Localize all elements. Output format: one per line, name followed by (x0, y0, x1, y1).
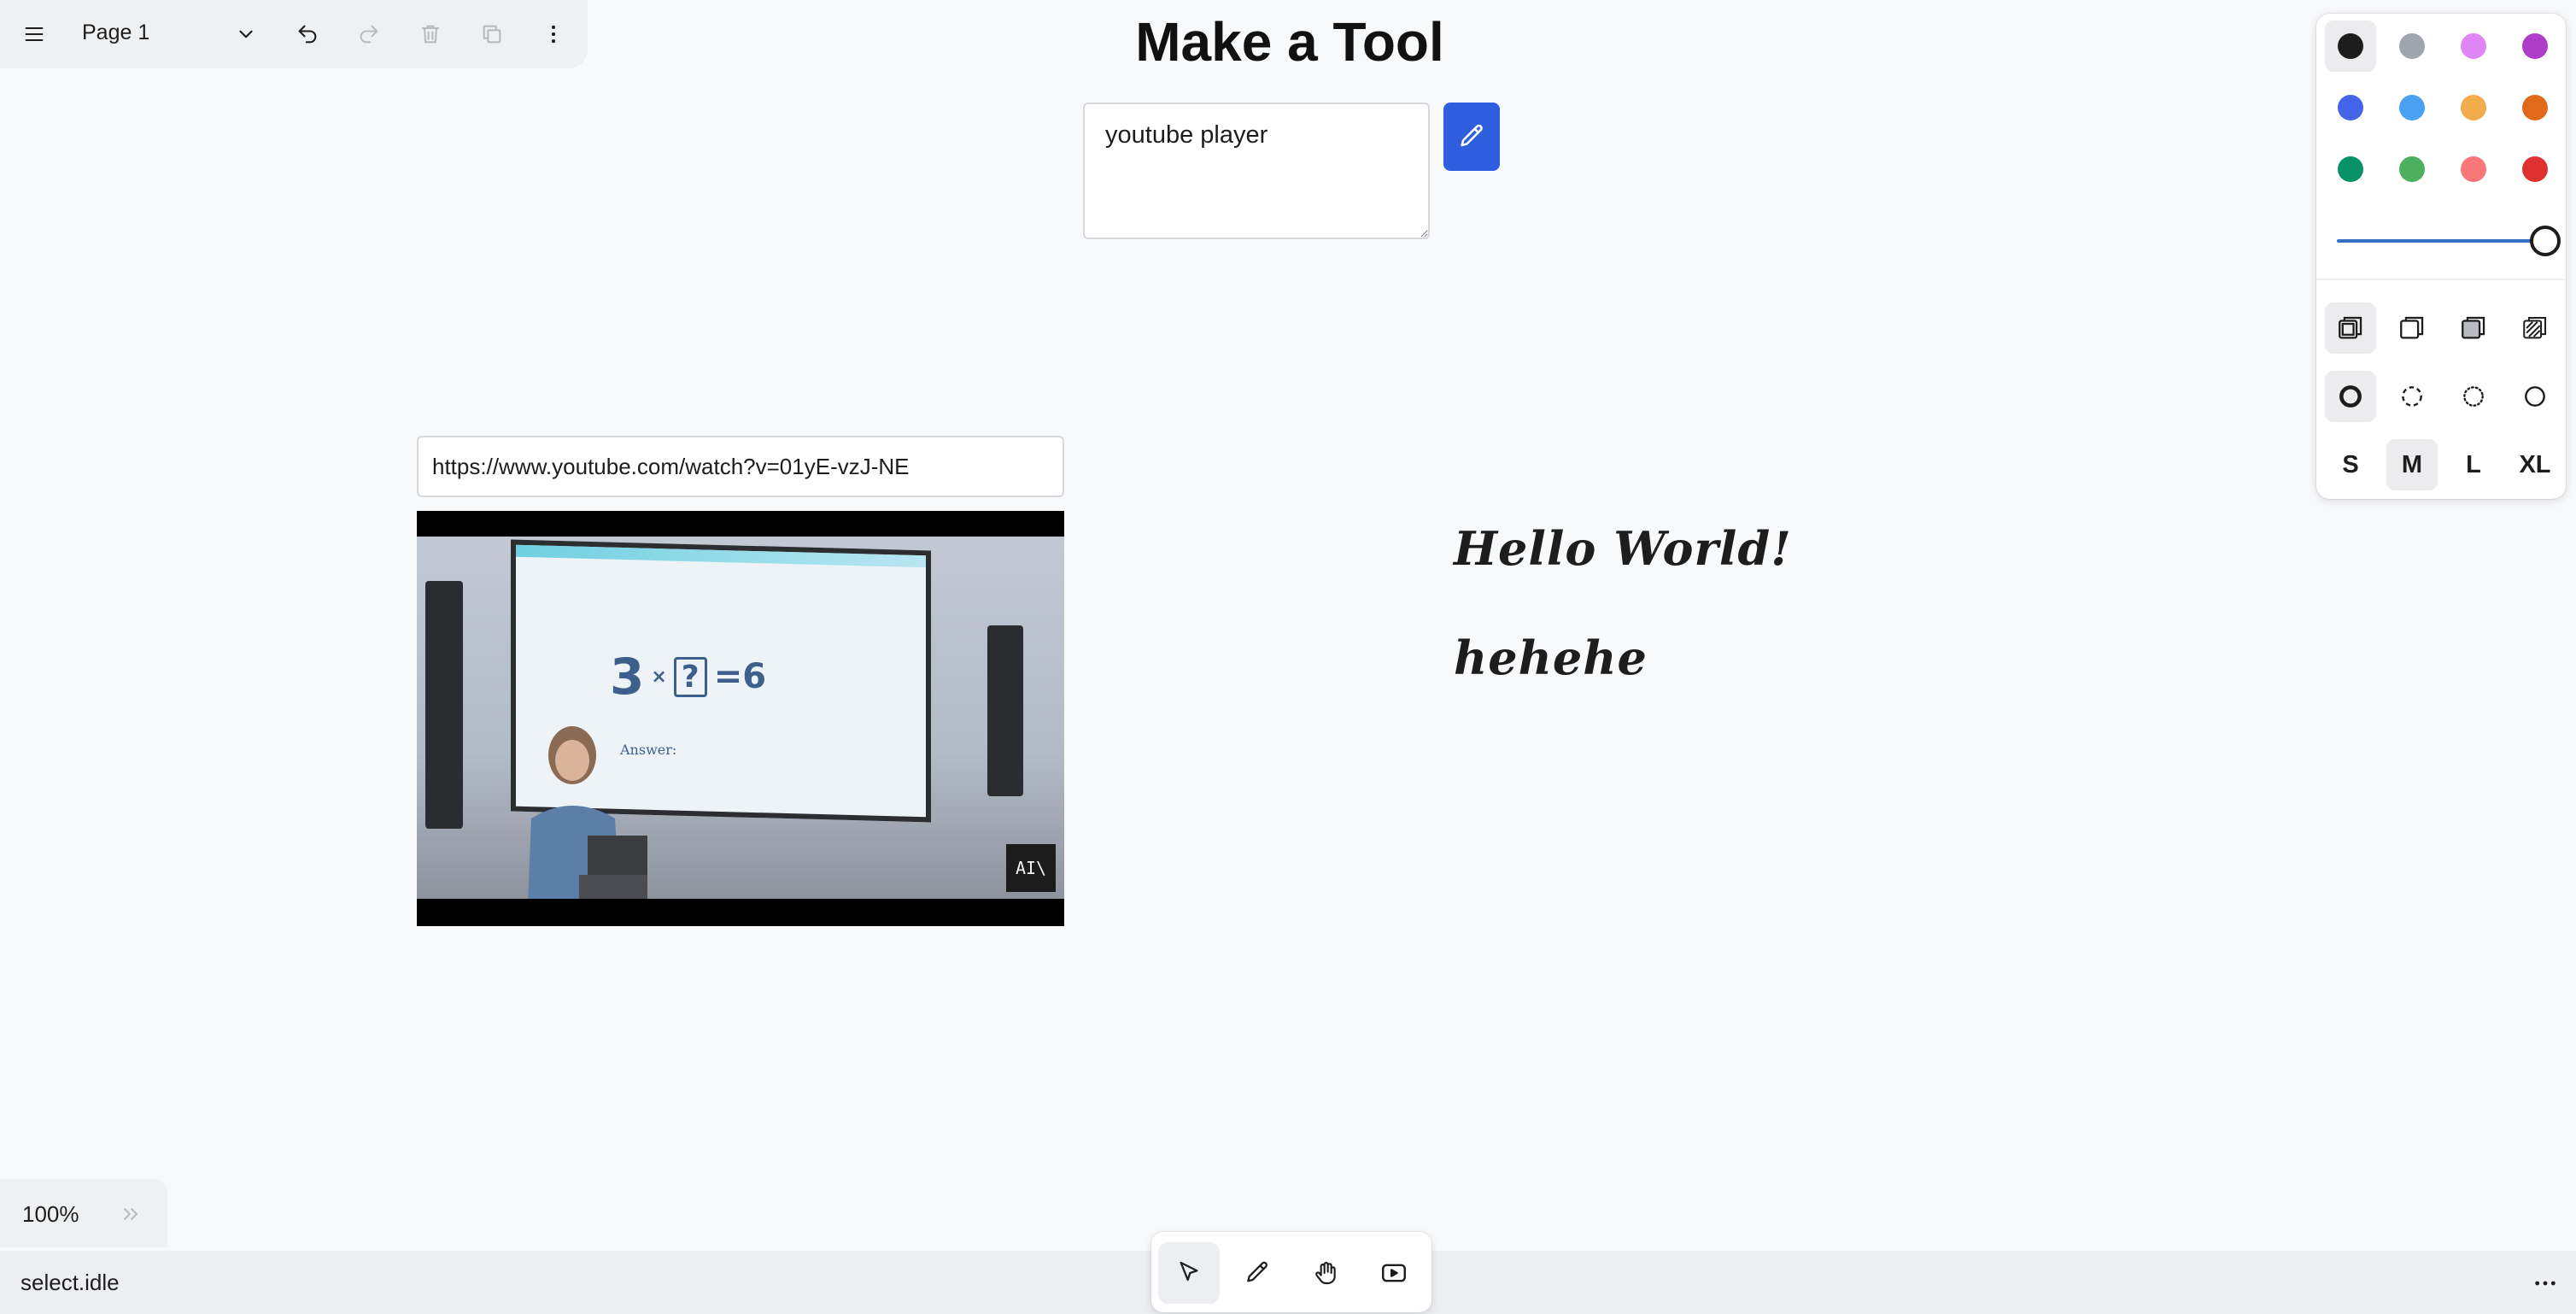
panel-divider (2316, 279, 2566, 280)
right-speaker (987, 625, 1023, 796)
size-l-button[interactable]: L (2448, 439, 2499, 490)
color-blue[interactable] (2325, 82, 2376, 133)
color-yellow[interactable] (2448, 82, 2499, 133)
text-shape-hello-world[interactable]: Hello World! (1454, 521, 1792, 576)
dash-draw-icon[interactable] (2325, 371, 2376, 422)
color-light-red[interactable] (2448, 144, 2499, 195)
color-green[interactable] (2325, 144, 2376, 195)
screen-equation: 3 × ? =6 (610, 648, 767, 706)
color-red[interactable] (2509, 144, 2561, 195)
hand-tool-icon[interactable] (1295, 1242, 1356, 1304)
undo-icon[interactable] (284, 10, 331, 58)
main-menu-panel: Page 1 (0, 0, 588, 68)
more-vertical-icon[interactable] (530, 10, 577, 58)
opacity-slider-track[interactable] (2337, 239, 2542, 243)
draw-tool-icon[interactable] (1227, 1242, 1288, 1304)
video-tool-icon[interactable] (1363, 1242, 1425, 1304)
color-orange[interactable] (2509, 82, 2561, 133)
zoom-panel: 100% (0, 1179, 167, 1247)
size-m-button[interactable]: M (2386, 439, 2438, 490)
duplicate-icon[interactable] (468, 10, 516, 58)
zoom-level[interactable]: 100% (22, 1201, 79, 1228)
tool-toolbar (1151, 1232, 1431, 1312)
opacity-slider-thumb[interactable] (2530, 226, 2561, 256)
more-horizontal-icon[interactable] (2528, 1266, 2562, 1300)
youtube-url-input[interactable] (417, 436, 1064, 497)
youtube-video-player[interactable]: 3 × ? =6 Answer: (417, 511, 1064, 926)
presenter-figure (528, 726, 647, 899)
color-light-blue[interactable] (2386, 82, 2438, 133)
tool-prompt-input[interactable] (1083, 103, 1430, 239)
size-s-button[interactable]: S (2325, 439, 2376, 490)
fill-pattern-icon[interactable] (2509, 302, 2561, 354)
dash-dashed-icon[interactable] (2386, 371, 2438, 422)
redo-icon[interactable] (345, 10, 393, 58)
video-thumbnail: 3 × ? =6 Answer: (417, 537, 1064, 899)
page-title: Make a Tool (1135, 11, 1444, 73)
status-text: select.idle (20, 1270, 120, 1295)
fill-semi-icon[interactable] (2386, 302, 2438, 354)
trash-icon[interactable] (407, 10, 454, 58)
fill-solid-icon[interactable] (2448, 302, 2499, 354)
color-light-green[interactable] (2386, 144, 2438, 195)
page-name[interactable]: Page 1 (82, 21, 149, 45)
chevron-down-icon[interactable] (222, 10, 270, 58)
chevrons-right-icon[interactable] (111, 1194, 150, 1234)
size-xl-button[interactable]: XL (2509, 439, 2561, 490)
dash-solid-icon[interactable] (2509, 371, 2561, 422)
color-light-violet[interactable] (2448, 21, 2499, 72)
hamburger-menu-icon[interactable] (10, 10, 58, 58)
left-speaker (425, 581, 463, 829)
color-black[interactable] (2325, 21, 2376, 72)
dash-dotted-icon[interactable] (2448, 371, 2499, 422)
pencil-icon (1461, 124, 1483, 147)
make-tool-button[interactable] (1443, 103, 1500, 171)
fill-none-icon[interactable] (2325, 302, 2376, 354)
color-grey[interactable] (2386, 21, 2438, 72)
select-tool-icon[interactable] (1158, 1242, 1220, 1304)
color-violet[interactable] (2509, 21, 2561, 72)
text-shape-hehehe[interactable]: hehehe (1454, 631, 1648, 685)
ai-logo-badge: AI\ (1006, 844, 1056, 892)
style-panel: S M L XL (2316, 14, 2566, 499)
